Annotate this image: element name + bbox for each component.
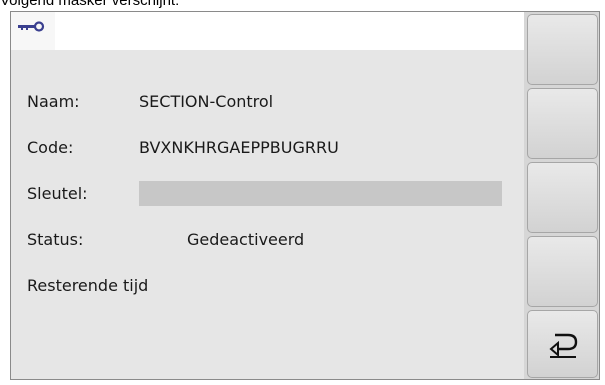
status-label: Status: bbox=[27, 230, 84, 249]
name-value: SECTION-Control bbox=[139, 92, 274, 111]
softkey-2[interactable] bbox=[527, 88, 598, 159]
status-value: Gedeactiveerd bbox=[187, 230, 305, 249]
key-input[interactable] bbox=[139, 181, 502, 206]
softkey-bar bbox=[524, 12, 599, 379]
tab-license[interactable] bbox=[11, 12, 55, 50]
remaining-time-label: Resterende tijd bbox=[27, 276, 149, 295]
license-panel: Naam: SECTION-Control Code: BVXNKHRGAEPP… bbox=[11, 50, 524, 379]
softkey-1[interactable] bbox=[527, 14, 598, 85]
caption-text: Volgend masker verschijnt: bbox=[0, 0, 180, 9]
tab-bar bbox=[11, 12, 524, 50]
return-button[interactable] bbox=[527, 310, 598, 378]
softkey-3[interactable] bbox=[527, 162, 598, 233]
tab-strip bbox=[55, 12, 524, 50]
terminal-screen: Naam: SECTION-Control Code: BVXNKHRGAEPP… bbox=[10, 11, 600, 380]
return-icon bbox=[549, 333, 578, 358]
softkey-4[interactable] bbox=[527, 236, 598, 307]
key-label: Sleutel: bbox=[27, 184, 88, 203]
code-value: BVXNKHRGAEPPBUGRRU bbox=[139, 138, 339, 157]
code-label: Code: bbox=[27, 138, 74, 157]
key-icon bbox=[18, 21, 45, 32]
page: Volgend masker verschijnt: Naam: SECTION… bbox=[0, 0, 605, 385]
name-label: Naam: bbox=[27, 92, 80, 111]
